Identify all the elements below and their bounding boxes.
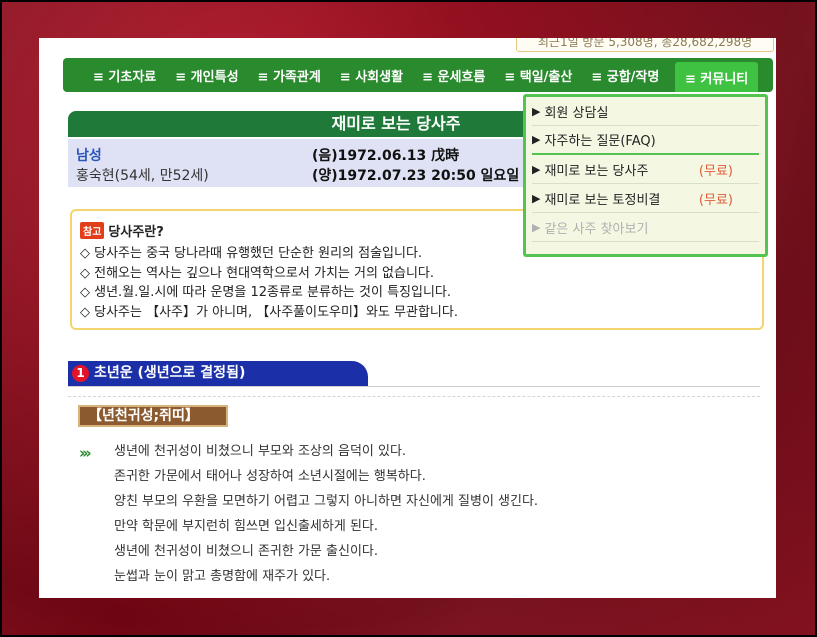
fortune-description: 생년에 천귀성이 비쳤으니 부모와 조상의 음덕이 있다. 존귀한 가문에서 태… (114, 439, 538, 589)
nav-date-birth[interactable]: ≡ 택일/출산 (504, 66, 572, 85)
star-tag: 【년천귀성;쥐띠】 (78, 405, 228, 427)
nav-fortune-flow[interactable]: ≡ 운세흐름 (422, 66, 485, 85)
play-arrow-icon: ▶ (532, 104, 541, 118)
description-line: 눈썹과 눈이 맑고 총명함에 재주가 있다. (114, 569, 331, 584)
free-badge: (무료) (698, 163, 733, 179)
info-line: ◇ 당사주는 【사주】가 아니며, 【사주풀이도우미】와도 무관합니다. (80, 304, 458, 320)
description-line: 만약 학문에 부지런히 힘쓰면 입신출세하게 된다. (114, 519, 378, 534)
info-line: ◇ 전해오는 역사는 깊으나 현대역학으로서 가치는 거의 없습니다. (80, 265, 435, 281)
dropdown-item-faq[interactable]: ▶ 자주하는 질문(FAQ) (532, 126, 759, 155)
play-arrow-icon: ▶ (532, 133, 541, 146)
community-dropdown: ▶ 회원 상담실 ▶ 자주하는 질문(FAQ) ▶ 재미로 보는 당사주 (무료… (523, 94, 768, 257)
dropdown-item-label: 재미로 보는 토정비결 (544, 192, 661, 208)
divider (68, 386, 760, 387)
gender-label: 남성 (76, 148, 102, 164)
dropdown-item-label: 회원 상담실 (544, 105, 609, 121)
free-badge: (무료) (698, 192, 733, 208)
dropdown-item-tojeong[interactable]: ▶ 재미로 보는 토정비결 (무료) (532, 184, 759, 213)
page: 최근1일 방문 5,308명, 총28,682,298명 ≡ 기초자료 ≡ 개인… (39, 38, 776, 598)
play-arrow-icon: ▶ (532, 220, 541, 234)
main-nav: ≡ 기초자료 ≡ 개인특성 ≡ 가족관계 ≡ 사회생활 ≡ 운세흐름 ≡ 택일/… (63, 58, 773, 92)
solar-birthdate: (양)1972.07.23 20:50 일요일 (312, 168, 520, 184)
nav-family-relations[interactable]: ≡ 가족관계 (258, 66, 321, 85)
dropdown-item-label: 같은 사주 찾아보기 (544, 221, 649, 237)
section-title: 초년운 (생년으로 결정됨) (94, 365, 246, 381)
dropdown-item-label: 자주하는 질문(FAQ) (544, 134, 656, 149)
nav-personal-traits[interactable]: ≡ 개인특성 (175, 66, 238, 85)
description-line: 생년에 천귀성이 비쳤으니 존귀한 가문 출신이다. (114, 544, 378, 559)
visit-counter: 최근1일 방문 5,308명, 총28,682,298명 (516, 38, 774, 52)
note-badge: 참고 (80, 222, 105, 239)
play-arrow-icon: ▶ (532, 191, 541, 205)
nav-basic-data[interactable]: ≡ 기초자료 (93, 66, 156, 85)
info-line: ◇ 생년.월.일.시에 따라 운명을 12종류로 분류하는 것이 특징입니다. (80, 285, 451, 300)
description-line: 존귀한 가문에서 태어나 성장하여 소년시절에는 행복하다. (114, 469, 426, 484)
dropdown-item-same-saju[interactable]: ▶ 같은 사주 찾아보기 (532, 213, 759, 242)
double-chevron-icon: ››› (79, 444, 91, 462)
description-line: 생년에 천귀성이 비쳤으니 부모와 조상의 음덕이 있다. (114, 444, 407, 459)
lunar-birthdate: (음)1972.06.13 戊時 (312, 148, 460, 164)
info-heading: 당사주란? (108, 225, 164, 240)
nav-social-life[interactable]: ≡ 사회생활 (340, 66, 403, 85)
dropdown-item-counseling[interactable]: ▶ 회원 상담실 (532, 97, 759, 126)
play-arrow-icon: ▶ (532, 162, 541, 176)
nav-compat-naming[interactable]: ≡ 궁합/작명 (591, 66, 659, 85)
dropdown-item-label: 재미로 보는 당사주 (544, 163, 649, 179)
divider (68, 396, 760, 397)
person-name: 홍숙현(54세, 만52세) (76, 168, 209, 184)
nav-community[interactable]: ≡ 커뮤니티 (675, 62, 759, 92)
section-heading: 1 초년운 (생년으로 결정됨) (68, 361, 368, 386)
section-number-badge: 1 (72, 365, 89, 382)
description-line: 양친 부모의 우환을 모면하기 어렵고 그렇지 아니하면 자신에게 질병이 생긴… (114, 494, 539, 509)
dropdown-item-dangsaju[interactable]: ▶ 재미로 보는 당사주 (무료) (532, 155, 759, 184)
